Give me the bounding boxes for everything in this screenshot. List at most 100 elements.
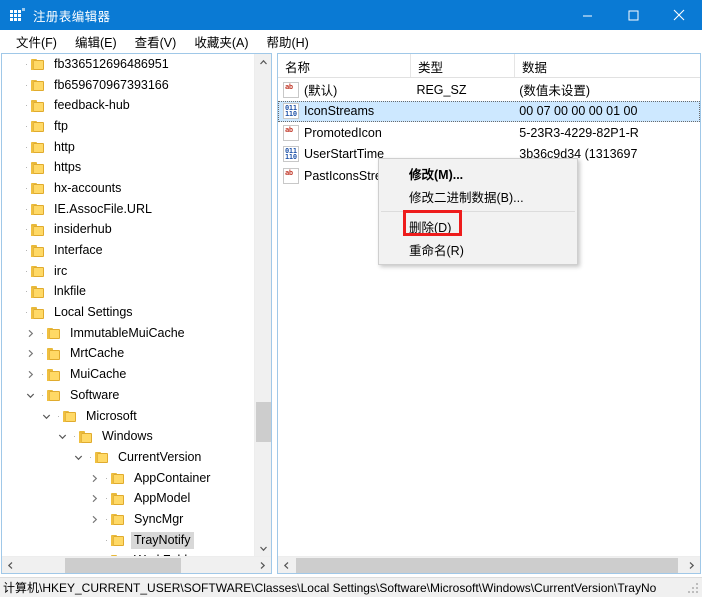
chevron-down-icon[interactable] bbox=[255, 540, 271, 557]
chevron-right-icon[interactable] bbox=[86, 509, 102, 529]
tree-node-irc[interactable]: irc bbox=[2, 261, 254, 282]
tree-node-hx-accounts[interactable]: hx-accounts bbox=[2, 178, 254, 199]
value-context-menu[interactable]: 修改(M)... 修改二进制数据(B)... 删除(D) 重命名(R) bbox=[378, 158, 578, 265]
context-menu-item[interactable]: 修改(M)... bbox=[379, 162, 577, 185]
folder-icon bbox=[111, 534, 127, 547]
tree-node-lnkfile[interactable]: lnkfile bbox=[2, 282, 254, 303]
tree-node-microsoft[interactable]: Microsoft bbox=[2, 406, 254, 427]
tree-node-windows[interactable]: Windows bbox=[2, 426, 254, 447]
chevron-left-icon[interactable] bbox=[278, 557, 295, 573]
tree-horizontal-scrollbar[interactable] bbox=[2, 556, 271, 573]
maximize-icon[interactable] bbox=[610, 0, 656, 30]
tree-node-label: Interface bbox=[54, 243, 103, 258]
tree-node-local-settings[interactable]: Local Settings bbox=[2, 302, 254, 323]
window-controls bbox=[564, 0, 702, 30]
tree-node-immutablemuicache[interactable]: ImmutableMuiCache bbox=[2, 323, 254, 344]
tree-node-mrtcache[interactable]: MrtCache bbox=[2, 344, 254, 365]
minimize-icon[interactable] bbox=[564, 0, 610, 30]
chevron-right-icon[interactable] bbox=[22, 323, 38, 343]
chevron-right-icon[interactable] bbox=[22, 365, 38, 385]
tree-node-muicache[interactable]: MuiCache bbox=[2, 364, 254, 385]
tree-node-appcontainer[interactable]: AppContainer bbox=[2, 468, 254, 489]
chevron-right-icon[interactable] bbox=[22, 344, 38, 364]
menu-edit[interactable]: 编辑(E) bbox=[66, 30, 126, 54]
tree-node-currentversion[interactable]: CurrentVersion bbox=[2, 447, 254, 468]
tree-node-fb659670967393166[interactable]: fb659670967393166 bbox=[2, 75, 254, 96]
value-name-cell: ab PromotedIcon bbox=[278, 124, 409, 141]
tree-node-interface[interactable]: Interface bbox=[2, 240, 254, 261]
resize-grip-icon[interactable] bbox=[688, 583, 700, 595]
chevron-up-icon[interactable] bbox=[255, 54, 271, 71]
column-header-type[interactable]: 类型 bbox=[411, 54, 515, 77]
menu-help[interactable]: 帮助(H) bbox=[257, 30, 317, 54]
context-menu-item[interactable]: 重命名(R) bbox=[379, 238, 577, 261]
chevron-right-icon[interactable] bbox=[86, 489, 102, 509]
column-header-data[interactable]: 数据 bbox=[515, 54, 700, 77]
column-header-name[interactable]: 名称 bbox=[278, 54, 411, 77]
value-type-cell: REG_SZ bbox=[416, 82, 467, 97]
tree-node-fb336512696486951[interactable]: fb336512696486951 bbox=[2, 54, 254, 75]
chevron-right-icon[interactable] bbox=[86, 468, 102, 488]
tree-node-label: Microsoft bbox=[86, 408, 137, 423]
chevron-left-icon[interactable] bbox=[2, 557, 19, 573]
chevron-down-icon[interactable] bbox=[54, 427, 70, 447]
tree-node-label: irc bbox=[54, 263, 68, 278]
tree-node-label: fb336512696486951 bbox=[54, 56, 169, 71]
values-header: 名称 类型 数据 bbox=[278, 54, 700, 78]
menu-file[interactable]: 文件(F) bbox=[7, 30, 66, 54]
tree-node-insiderhub[interactable]: insiderhub bbox=[2, 220, 254, 241]
string-value-icon: ab bbox=[283, 81, 299, 98]
tree-connector-dots bbox=[22, 303, 31, 323]
tree-connector-dots bbox=[22, 199, 31, 219]
folder-icon bbox=[111, 472, 127, 485]
tree-node-ie-assocfile-url[interactable]: IE.AssocFile.URL bbox=[2, 199, 254, 220]
tree-node-spacer bbox=[6, 282, 22, 302]
folder-icon bbox=[47, 368, 63, 381]
list-horizontal-scrollbar[interactable] bbox=[278, 556, 700, 573]
folder-icon bbox=[47, 347, 63, 360]
value-row[interactable]: ab (默认) REG_SZ (数值未设置) bbox=[278, 79, 700, 100]
tree-connector-dots bbox=[54, 406, 63, 426]
tree-node-spacer bbox=[6, 96, 22, 116]
folder-icon bbox=[31, 58, 47, 71]
folder-icon bbox=[31, 99, 47, 112]
value-row[interactable]: 011 110 IconStreams 00 07 00 00 00 01 00 bbox=[278, 100, 700, 122]
chevron-right-icon[interactable] bbox=[683, 557, 700, 573]
tree-node-http[interactable]: http bbox=[2, 137, 254, 158]
folder-icon bbox=[47, 389, 63, 402]
tree-node-appmodel[interactable]: AppModel bbox=[2, 488, 254, 509]
tree-hscroll-thumb[interactable] bbox=[65, 558, 181, 573]
tree-node-spacer bbox=[6, 75, 22, 95]
tree-connector-dots bbox=[70, 427, 79, 447]
context-menu-item[interactable]: 修改二进制数据(B)... bbox=[379, 185, 577, 208]
close-icon[interactable] bbox=[656, 0, 702, 30]
tree-connector-dots bbox=[38, 323, 47, 343]
tree-node-feedback-hub[interactable]: feedback-hub bbox=[2, 95, 254, 116]
main-content: fb336512696486951 fb659670967393166 feedba… bbox=[0, 53, 702, 577]
registry-tree[interactable]: fb336512696486951 fb659670967393166 feedba… bbox=[2, 54, 254, 557]
chevron-down-icon[interactable] bbox=[70, 447, 86, 467]
value-row[interactable]: ab PromotedIcon 5-23R3-4229-82P1-R bbox=[278, 122, 700, 143]
tree-node-spacer bbox=[86, 530, 102, 550]
menu-favorites[interactable]: 收藏夹(A) bbox=[185, 30, 257, 54]
tree-node-syncmgr[interactable]: SyncMgr bbox=[2, 509, 254, 530]
tree-node-label: fb659670967393166 bbox=[54, 77, 169, 92]
tree-scroll-thumb[interactable] bbox=[256, 402, 271, 442]
folder-icon bbox=[111, 492, 127, 505]
tree-node-traynotify[interactable]: TrayNotify bbox=[2, 530, 254, 551]
tree-connector-dots bbox=[22, 54, 31, 74]
tree-node-spacer bbox=[6, 137, 22, 157]
registry-tree-pane: fb336512696486951 fb659670967393166 feedba… bbox=[1, 53, 272, 574]
chevron-down-icon[interactable] bbox=[38, 406, 54, 426]
context-menu-item[interactable]: 删除(D) bbox=[379, 215, 577, 238]
tree-node-ftp[interactable]: ftp bbox=[2, 116, 254, 137]
value-name-cell: ab (默认) bbox=[278, 80, 409, 99]
tree-node-software[interactable]: Software bbox=[2, 385, 254, 406]
tree-node-https[interactable]: https bbox=[2, 157, 254, 178]
menu-view[interactable]: 查看(V) bbox=[126, 30, 186, 54]
chevron-right-icon[interactable] bbox=[254, 557, 271, 573]
chevron-down-icon[interactable] bbox=[22, 385, 38, 405]
tree-vertical-scrollbar[interactable] bbox=[254, 54, 271, 557]
list-hscroll-thumb[interactable] bbox=[296, 558, 678, 573]
tree-node-label: http bbox=[54, 139, 75, 154]
